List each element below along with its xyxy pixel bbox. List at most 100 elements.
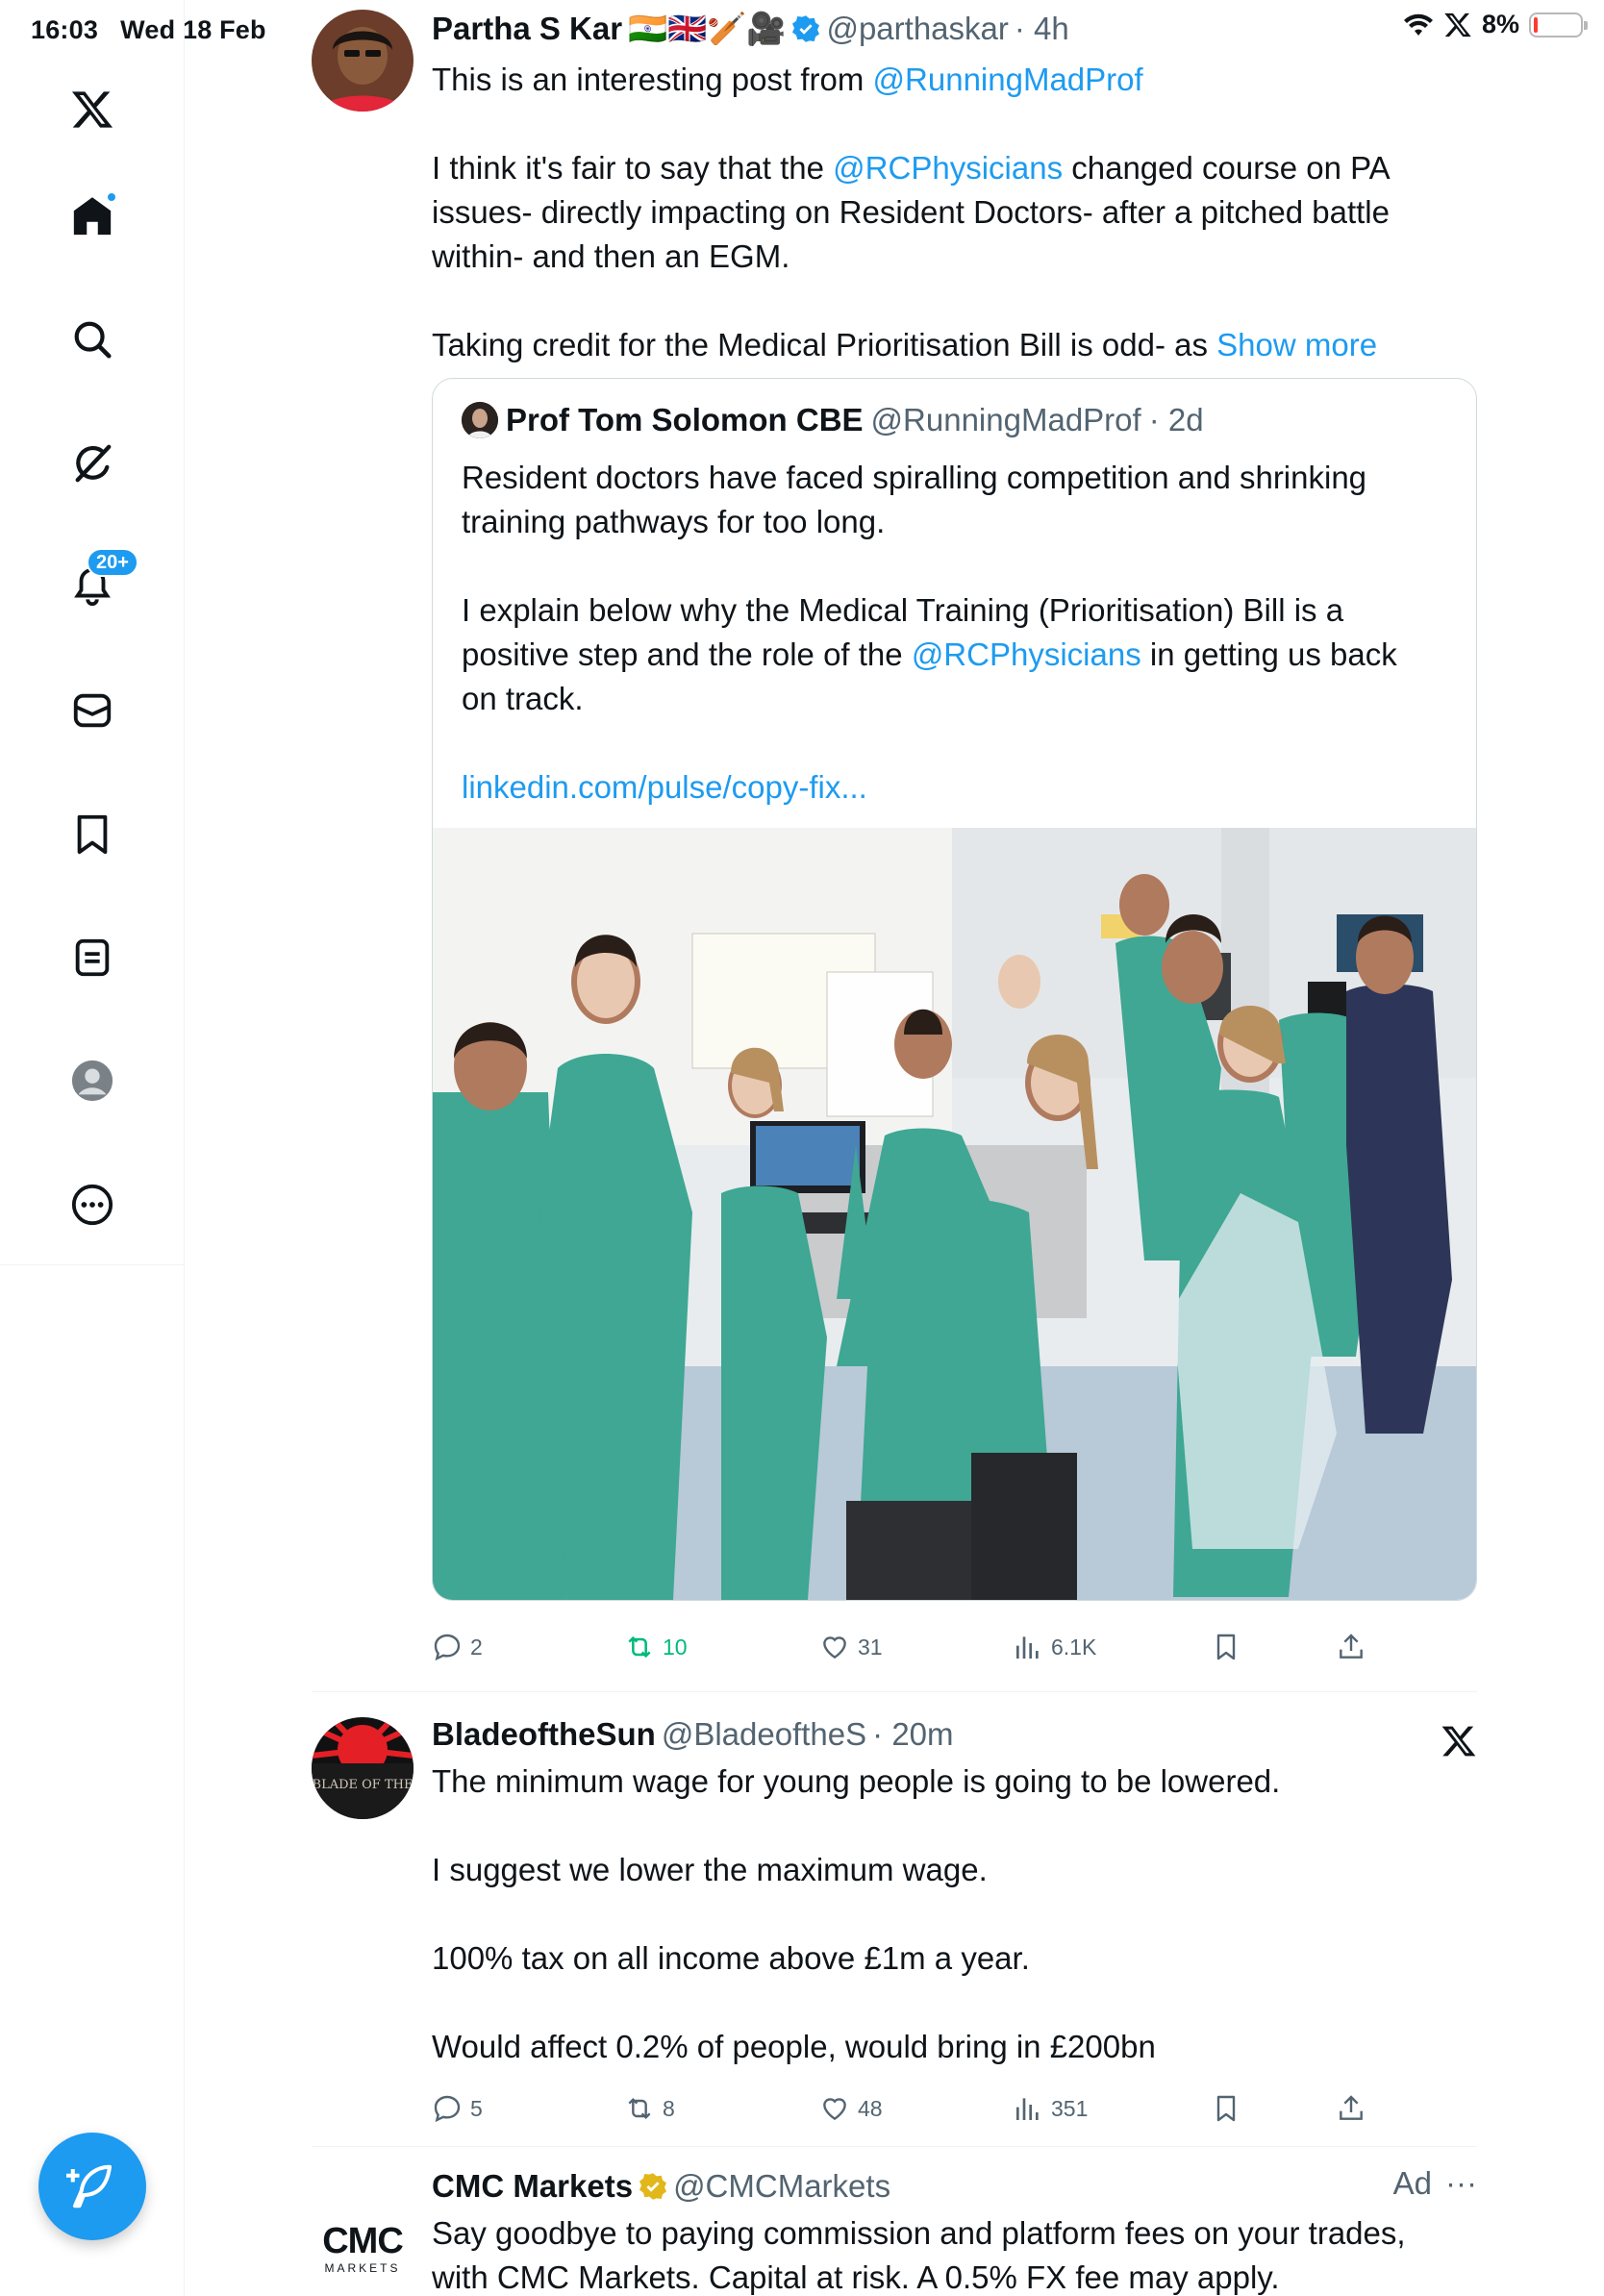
views-chart-icon [1016, 1636, 1039, 1659]
tweet-body: BladeoftheSun @BladeoftheS · 20m The min… [432, 1713, 1477, 2069]
sidebar: 20+ [0, 0, 185, 2296]
tweet-bladeofthesun[interactable]: BLADE OF THE BladeoftheSun @BladeoftheS … [312, 1713, 1477, 2136]
mention-link[interactable]: @RCPhysicians [912, 636, 1141, 672]
quoted-tweet-photo[interactable] [433, 828, 1476, 1600]
tweet-line: I think it's fair to say that the @RCPhy… [432, 150, 1391, 186]
mention-link[interactable]: @RunningMadProf [873, 62, 1143, 97]
avatar[interactable]: BLADE OF THE [312, 1717, 414, 1819]
avatar-image: BLADE OF THE [312, 1717, 414, 1819]
mail-icon [73, 693, 112, 728]
tweet-line: within- and then an EGM. [432, 238, 790, 274]
tweet-actions: 5 8 48 351 [432, 2084, 1477, 2133]
tweet-header: CMC Markets @CMCMarkets [432, 2165, 1477, 2208]
x-logo-icon [71, 91, 113, 128]
like-button[interactable]: 31 [819, 1632, 883, 1662]
battery-icon [1529, 12, 1588, 37]
reply-icon [434, 1634, 461, 1661]
notifications-badge: 20+ [87, 548, 138, 577]
quoted-tweet-card[interactable]: Prof Tom Solomon CBE @RunningMadProf · 2… [432, 378, 1477, 1601]
reply-button[interactable]: 2 [432, 1632, 483, 1662]
author-name[interactable]: BladeoftheSun [432, 1713, 656, 1756]
more-options-button[interactable]: ··· [1445, 2165, 1477, 2202]
battery-percent: 8% [1481, 10, 1519, 38]
quoted-tweet-text: Resident doctors have faced spiralling c… [462, 456, 1447, 810]
views-button[interactable]: 351 [1013, 2093, 1088, 2124]
verified-badge-icon [792, 15, 820, 42]
bookmark-button[interactable] [1211, 2093, 1241, 2124]
sidebar-divider [0, 1264, 185, 1265]
photo-doctors-in-scrubs [433, 828, 1476, 1600]
sidebar-item-more[interactable] [62, 1174, 123, 1235]
sidebar-item-bookmarks[interactable] [62, 803, 123, 864]
retweet-icon [628, 1635, 651, 1659]
author-flags: 🇮🇳🇬🇧🏏🎥 [628, 11, 787, 46]
tweet-parthaskar[interactable]: Partha S Kar 🇮🇳🇬🇧🏏🎥 @parthaskar · 4h Thi… [312, 8, 1477, 1681]
feed-divider [312, 1691, 1477, 1692]
sidebar-item-search[interactable] [62, 309, 123, 370]
share-button[interactable] [1336, 1632, 1366, 1662]
sidebar-item-messages[interactable] [62, 680, 123, 741]
external-link[interactable]: linkedin.com/pulse/copy-fix... [462, 765, 1447, 810]
post-time[interactable]: · 20m [872, 1713, 953, 1756]
home-unread-dot [106, 191, 117, 203]
views-chart-icon [1016, 2098, 1039, 2120]
x-logo-nav-icon[interactable] [62, 79, 123, 140]
views-button[interactable]: 6.1K [1013, 1632, 1096, 1662]
more-icon [71, 1184, 113, 1226]
author-handle[interactable]: @parthaskar [826, 8, 1008, 50]
list-icon [75, 938, 110, 977]
tweet-body: CMC Markets @CMCMarkets Ad ··· Say goodb… [432, 2165, 1477, 2296]
author-name[interactable]: CMC Markets [432, 2165, 633, 2208]
tweet-actions: 2 10 31 6.1K [432, 1623, 1477, 1671]
retweet-button[interactable]: 8 [624, 2093, 675, 2124]
show-more-link[interactable]: Show more [1216, 327, 1377, 362]
mention-link[interactable]: @RCPhysicians [833, 150, 1063, 186]
sidebar-item-grok[interactable] [62, 433, 123, 494]
avatar-image [462, 402, 498, 438]
quoted-tweet-header: Prof Tom Solomon CBE @RunningMadProf · 2… [462, 402, 1204, 438]
verified-gold-badge-icon [639, 2173, 667, 2200]
tweet-header: BladeoftheSun @BladeoftheS · 20m [432, 1713, 1477, 1756]
heart-icon [823, 1636, 846, 1660]
compose-feather-icon [66, 2164, 113, 2209]
reply-button[interactable]: 5 [432, 2093, 483, 2124]
tweet-line: issues- directly impacting on Resident D… [432, 194, 1390, 230]
retweet-button[interactable]: 10 [624, 1632, 688, 1662]
tweet-cmcmarkets-ad[interactable]: CMC MARKETS CMC Markets @CMCMarkets Ad ·… [312, 2165, 1477, 2296]
author-handle[interactable]: @BladeoftheS [662, 1713, 866, 1756]
tweet-text: The minimum wage for young people is goi… [432, 1763, 1281, 2064]
sidebar-item-home[interactable] [62, 186, 123, 247]
sidebar-item-profile[interactable] [62, 1050, 123, 1111]
grok-icon [75, 444, 112, 483]
x-logo-icon[interactable] [1441, 1723, 1477, 1759]
advertiser-logo[interactable]: CMC MARKETS [312, 2198, 414, 2296]
bookmark-icon [1216, 1634, 1236, 1660]
bookmark-button[interactable] [1211, 1632, 1241, 1662]
author-handle[interactable]: @CMCMarkets [673, 2165, 890, 2208]
avatar-text: BLADE OF THE [313, 1778, 414, 1792]
share-icon [1340, 2095, 1363, 2120]
share-button[interactable] [1336, 2093, 1366, 2124]
quoted-author-avatar[interactable] [462, 402, 498, 438]
quoted-post-time: · 2d [1148, 402, 1204, 437]
ad-label: Ad ··· [1392, 2165, 1477, 2202]
sidebar-item-notifications[interactable]: 20+ [62, 548, 138, 617]
tweet-header: Partha S Kar 🇮🇳🇬🇧🏏🎥 @parthaskar · 4h [432, 8, 1477, 50]
quoted-author-name[interactable]: Prof Tom Solomon CBE [506, 402, 864, 438]
logo-subtext: MARKETS [324, 2261, 401, 2275]
quoted-author-handle[interactable]: @RunningMadProf [871, 402, 1141, 438]
reply-icon [434, 2095, 461, 2123]
author-name[interactable]: Partha S Kar [432, 8, 622, 50]
sidebar-item-lists[interactable] [62, 927, 123, 988]
tweet-text: This is an interesting post from @Runnin… [432, 58, 1477, 367]
tweet-text: Say goodbye to paying commission and pla… [432, 2215, 1406, 2295]
post-time[interactable]: · 4h [1015, 8, 1069, 50]
like-button[interactable]: 48 [819, 2093, 883, 2124]
compose-post-button[interactable] [38, 2133, 146, 2240]
avatar[interactable] [312, 10, 414, 112]
tweet-line: This is an interesting post from @Runnin… [432, 62, 1143, 97]
profile-avatar-icon [71, 1060, 113, 1102]
tweet-line: Taking credit for the Medical Prioritisa… [432, 327, 1378, 362]
search-icon [74, 321, 112, 359]
tweet-body: Partha S Kar 🇮🇳🇬🇧🏏🎥 @parthaskar · 4h Thi… [432, 8, 1477, 367]
